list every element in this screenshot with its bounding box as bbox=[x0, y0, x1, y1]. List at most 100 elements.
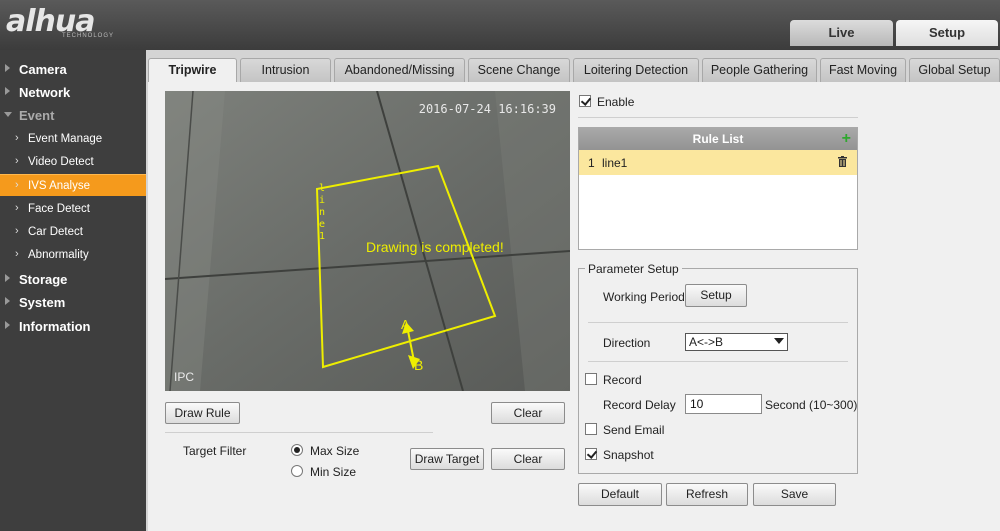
rule-list-title: Rule List bbox=[692, 132, 744, 146]
divider bbox=[578, 117, 858, 118]
tab-tripwire[interactable]: Tripwire bbox=[148, 58, 237, 83]
sidebar: Camera Network Event › Event Manage › Vi… bbox=[0, 50, 146, 531]
top-header: alhua TECHNOLOGY Live Setup bbox=[0, 0, 1000, 50]
channel-label: IPC bbox=[174, 370, 195, 384]
rule-list-row[interactable]: 1 line1 bbox=[579, 150, 857, 175]
clear-rule-button[interactable]: Clear bbox=[491, 402, 565, 424]
caret-right-icon bbox=[5, 64, 10, 72]
divider bbox=[588, 322, 848, 323]
brand-logo-subtitle: TECHNOLOGY bbox=[62, 33, 115, 39]
rule-index: 1 bbox=[588, 156, 595, 170]
main-content: Tripwire Intrusion Abandoned/Missing Sce… bbox=[146, 50, 1000, 531]
divider bbox=[165, 432, 433, 433]
tripwire-panel: 2016-07-24 16:16:39 line1 Drawing is com… bbox=[148, 82, 1000, 531]
video-preview[interactable]: 2016-07-24 16:16:39 line1 Drawing is com… bbox=[165, 91, 570, 391]
drawing-status-message: Drawing is completed! bbox=[366, 239, 504, 255]
record-delay-label: Record Delay bbox=[603, 398, 676, 412]
sidebar-item-label: System bbox=[19, 295, 66, 310]
send-email-checkbox[interactable] bbox=[585, 423, 597, 435]
direction-selected-value: A<->B bbox=[689, 335, 724, 349]
record-checkbox[interactable] bbox=[585, 373, 597, 385]
working-period-label: Working Period bbox=[603, 290, 685, 304]
sidebar-item-label: Storage bbox=[19, 272, 68, 287]
sidebar-item-label: Information bbox=[19, 319, 91, 334]
sidebar-subitem-abnormality[interactable]: › Abnormality bbox=[0, 244, 146, 266]
rule-list-header: Rule List + bbox=[579, 128, 857, 150]
caret-right-icon bbox=[5, 274, 10, 282]
chevron-right-icon: › bbox=[15, 225, 19, 237]
direction-point-a: A bbox=[401, 317, 410, 332]
sidebar-subitem-car-detect[interactable]: › Car Detect bbox=[0, 221, 146, 243]
tab-intrusion[interactable]: Intrusion bbox=[240, 58, 331, 82]
sidebar-subitem-label: IVS Analyse bbox=[28, 180, 91, 192]
refresh-button[interactable]: Refresh bbox=[666, 483, 748, 506]
default-button[interactable]: Default bbox=[578, 483, 662, 506]
direction-point-b: B bbox=[414, 357, 424, 373]
sidebar-item-system[interactable]: System bbox=[0, 291, 146, 313]
enable-checkbox[interactable] bbox=[579, 95, 591, 107]
chevron-right-icon: › bbox=[15, 179, 19, 191]
snapshot-checkbox[interactable] bbox=[585, 448, 597, 460]
video-timestamp: 2016-07-24 16:16:39 bbox=[418, 102, 556, 116]
record-label: Record bbox=[603, 373, 642, 387]
working-period-setup-button[interactable]: Setup bbox=[685, 284, 747, 307]
rule-list: Rule List + 1 line1 bbox=[578, 127, 858, 250]
caret-right-icon bbox=[5, 87, 10, 95]
chevron-right-icon: › bbox=[15, 202, 19, 214]
sidebar-subitem-event-manage[interactable]: › Event Manage bbox=[0, 128, 146, 150]
send-email-label: Send Email bbox=[603, 423, 665, 437]
tab-scene-change[interactable]: Scene Change bbox=[468, 58, 570, 82]
enable-label: Enable bbox=[597, 95, 635, 109]
sidebar-subitem-label: Event Manage bbox=[28, 133, 103, 145]
sidebar-item-information[interactable]: Information bbox=[0, 315, 146, 337]
min-size-radio[interactable] bbox=[291, 465, 303, 477]
direction-label: Direction bbox=[603, 336, 651, 350]
add-rule-plus-icon[interactable]: + bbox=[842, 131, 851, 147]
tab-fast-moving[interactable]: Fast Moving bbox=[820, 58, 906, 82]
tab-abandoned-missing[interactable]: Abandoned/Missing bbox=[334, 58, 465, 82]
sidebar-item-label: Network bbox=[19, 85, 71, 100]
max-size-radio[interactable] bbox=[291, 444, 303, 456]
caret-down-icon bbox=[4, 112, 12, 117]
dropdown-arrow-icon bbox=[774, 338, 784, 344]
sidebar-item-label: Event bbox=[19, 108, 55, 123]
caret-right-icon bbox=[5, 321, 10, 329]
direction-select[interactable]: A<->B bbox=[685, 333, 788, 351]
target-filter-label: Target Filter bbox=[183, 444, 247, 458]
tab-people-gathering[interactable]: People Gathering bbox=[702, 58, 817, 82]
sidebar-subitem-label: Video Detect bbox=[28, 156, 94, 168]
chevron-right-icon: › bbox=[15, 248, 19, 260]
max-size-label: Max Size bbox=[310, 444, 360, 458]
nav-live[interactable]: Live bbox=[790, 20, 893, 46]
sidebar-subitem-label: Face Detect bbox=[28, 203, 90, 215]
caret-right-icon bbox=[5, 297, 10, 305]
sidebar-item-event[interactable]: Event bbox=[0, 104, 146, 126]
sidebar-subitem-label: Car Detect bbox=[28, 226, 83, 238]
divider bbox=[588, 361, 848, 362]
chevron-right-icon: › bbox=[15, 132, 19, 144]
draw-target-button[interactable]: Draw Target bbox=[410, 448, 484, 470]
sidebar-item-camera[interactable]: Camera bbox=[0, 58, 146, 80]
nav-setup[interactable]: Setup bbox=[896, 20, 998, 46]
chevron-right-icon: › bbox=[15, 155, 19, 167]
snapshot-label: Snapshot bbox=[603, 448, 654, 462]
trash-icon[interactable] bbox=[838, 156, 847, 167]
tab-loitering-detection[interactable]: Loitering Detection bbox=[573, 58, 699, 82]
sidebar-subitem-video-detect[interactable]: › Video Detect bbox=[0, 151, 146, 173]
rule-name: line1 bbox=[602, 156, 628, 170]
parameter-setup-legend: Parameter Setup bbox=[585, 262, 682, 276]
rule-line-label: line1 bbox=[319, 183, 326, 242]
sidebar-item-network[interactable]: Network bbox=[0, 81, 146, 103]
record-delay-unit: Second (10~300) bbox=[765, 398, 858, 412]
record-delay-input[interactable] bbox=[685, 394, 762, 414]
min-size-label: Min Size bbox=[310, 465, 357, 479]
sidebar-subitem-face-detect[interactable]: › Face Detect bbox=[0, 198, 146, 220]
save-button[interactable]: Save bbox=[753, 483, 836, 506]
clear-target-button[interactable]: Clear bbox=[491, 448, 565, 470]
draw-rule-button[interactable]: Draw Rule bbox=[165, 402, 240, 424]
sidebar-item-storage[interactable]: Storage bbox=[0, 268, 146, 290]
sidebar-subitem-label: Abnormality bbox=[28, 249, 89, 261]
tab-global-setup[interactable]: Global Setup bbox=[909, 58, 1000, 82]
sidebar-subitem-ivs-analyse[interactable]: › IVS Analyse bbox=[0, 174, 146, 196]
sidebar-item-label: Camera bbox=[19, 62, 67, 77]
